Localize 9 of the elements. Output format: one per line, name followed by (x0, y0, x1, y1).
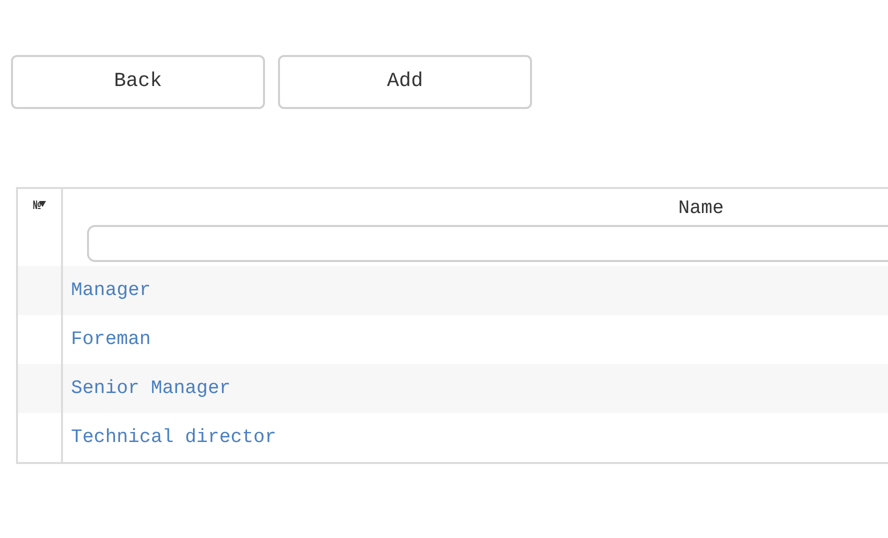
role-link[interactable]: Foreman (71, 325, 151, 354)
action-button[interactable]: Add (278, 55, 532, 109)
sort-icon[interactable] (38, 201, 46, 207)
role-link[interactable]: Manager (71, 276, 151, 305)
name-column-header[interactable]: Name (678, 197, 819, 219)
number-column-header: № (33, 199, 39, 213)
role-link[interactable]: Technical director (71, 423, 276, 452)
action-button[interactable]: Back (11, 55, 265, 109)
role-link[interactable]: Senior Manager (71, 374, 231, 403)
